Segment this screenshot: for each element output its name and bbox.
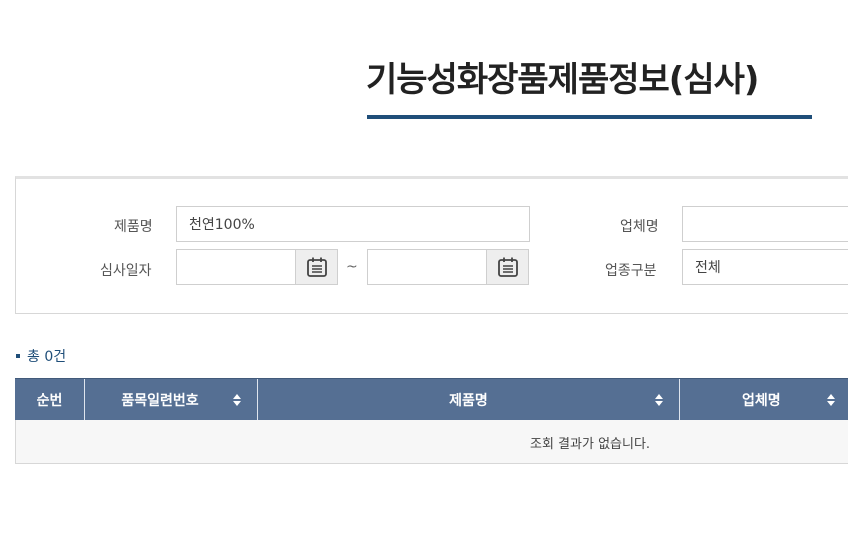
review-date-label: 심사일자 bbox=[100, 263, 152, 279]
sort-icon[interactable] bbox=[653, 392, 665, 408]
date-range-separator: ~ bbox=[346, 259, 358, 275]
results-table-header: 순번 품목일련번호 제품명 업체명 bbox=[15, 378, 848, 421]
calendar-icon bbox=[497, 257, 518, 277]
product-name-input[interactable] bbox=[176, 206, 530, 242]
business-type-select[interactable]: 전체 bbox=[682, 249, 848, 285]
date-from-calendar-button[interactable] bbox=[296, 249, 338, 285]
results-table-empty-row: 조회 결과가 없습니다. bbox=[15, 420, 848, 464]
company-name-label: 업체명 bbox=[620, 219, 659, 235]
title-underline bbox=[367, 115, 812, 119]
result-count: 총 0건 bbox=[16, 346, 66, 366]
business-type-label: 업종구분 bbox=[605, 263, 657, 279]
sort-icon[interactable] bbox=[825, 392, 837, 408]
sort-icon[interactable] bbox=[231, 392, 243, 408]
date-from-input[interactable] bbox=[176, 249, 296, 285]
column-header-item-serial[interactable]: 품목일련번호 bbox=[85, 379, 258, 421]
search-panel: 제품명 업체명 심사일자 ~ bbox=[15, 176, 848, 314]
date-to-calendar-button[interactable] bbox=[487, 249, 529, 285]
bullet-icon bbox=[16, 354, 20, 358]
page: 기능성화장품제품정보(심사) 제품명 업체명 심사일자 ~ bbox=[0, 0, 848, 550]
empty-result-message: 조회 결과가 없습니다. bbox=[530, 437, 651, 452]
business-type-selected-value: 전체 bbox=[695, 260, 721, 276]
page-title: 기능성화장품제품정보(심사) bbox=[366, 60, 759, 100]
company-name-input[interactable] bbox=[682, 206, 848, 242]
calendar-icon bbox=[306, 257, 327, 277]
product-name-label: 제품명 bbox=[114, 219, 153, 235]
column-header-product-name[interactable]: 제품명 bbox=[258, 379, 680, 421]
column-header-seq: 순번 bbox=[15, 379, 85, 421]
date-to-input[interactable] bbox=[367, 249, 487, 285]
result-count-text: 총 0건 bbox=[27, 349, 67, 365]
column-header-company-name[interactable]: 업체명 bbox=[680, 379, 848, 421]
